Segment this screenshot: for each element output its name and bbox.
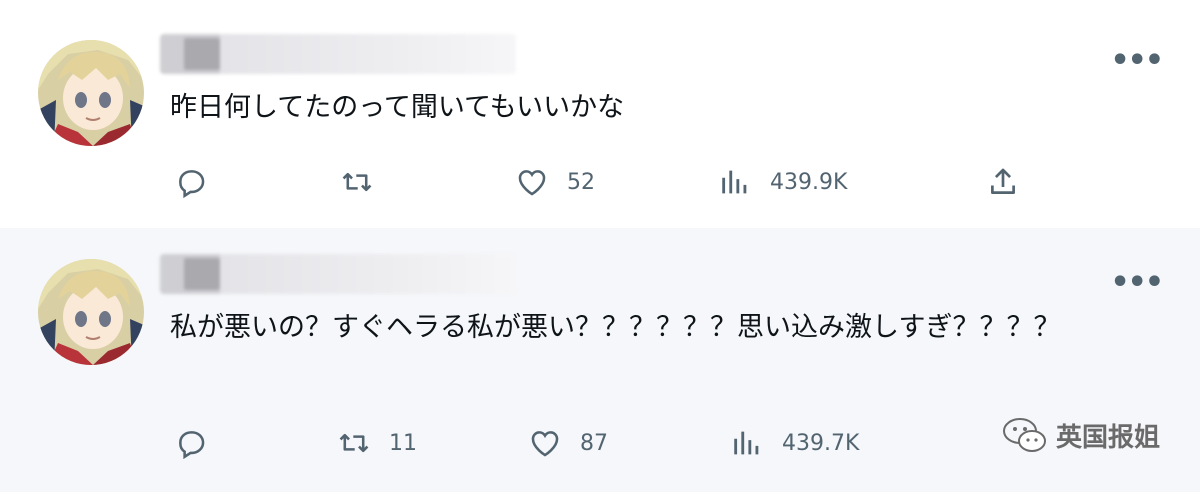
view-count: 439.7K (782, 430, 860, 456)
analytics-icon (734, 431, 759, 455)
username-blurred (160, 254, 516, 294)
watermark-text: 英国报姐 (1055, 422, 1160, 453)
share-icon (991, 168, 1015, 194)
retweet-count: 11 (389, 430, 417, 456)
retweet-icon (339, 433, 369, 453)
avatar-image (38, 259, 144, 365)
reply-icon (179, 431, 205, 460)
more-horizontal-icon[interactable]: ••• (1110, 46, 1164, 76)
tweet-1: ••• 昨日何してたのって聞いてもいいかな 52 439.9K (0, 0, 1200, 228)
tweet-actions: 52 439.9K (0, 162, 1200, 202)
views-button[interactable]: 439.9K (718, 162, 847, 202)
retweet-button[interactable] (340, 162, 392, 202)
tweet-2: ••• 私が悪いの？すぐヘラる私が悪い？？？？？？思い込み激しすぎ？？？？ 11… (0, 228, 1200, 492)
heart-icon (518, 170, 546, 196)
analytics-icon (722, 170, 747, 194)
reply-button[interactable] (174, 162, 226, 202)
retweet-icon (342, 172, 372, 192)
like-count: 87 (580, 430, 608, 456)
like-count: 52 (567, 169, 595, 195)
share-button[interactable] (986, 162, 1020, 202)
tweet-text: 私が悪いの？すぐヘラる私が悪い？？？？？？思い込み激しすぎ？？？？ (170, 312, 1061, 343)
retweet-button[interactable]: 11 (337, 423, 417, 463)
avatar[interactable] (38, 40, 144, 146)
more-horizontal-icon[interactable]: ••• (1110, 268, 1164, 298)
reply-icon (179, 170, 205, 199)
views-button[interactable]: 439.7K (730, 423, 859, 463)
wechat-icon (1002, 418, 1046, 452)
avatar[interactable] (38, 259, 144, 365)
like-button[interactable]: 87 (528, 423, 608, 463)
like-button[interactable]: 52 (515, 162, 595, 202)
view-count: 439.9K (770, 169, 848, 195)
tweet-text: 昨日何してたのって聞いてもいいかな (170, 92, 625, 123)
reply-button[interactable] (174, 423, 226, 463)
username-blurred (160, 34, 516, 74)
avatar-image (38, 40, 144, 146)
heart-icon (531, 431, 559, 457)
watermark: 英国报姐 (1002, 416, 1160, 454)
